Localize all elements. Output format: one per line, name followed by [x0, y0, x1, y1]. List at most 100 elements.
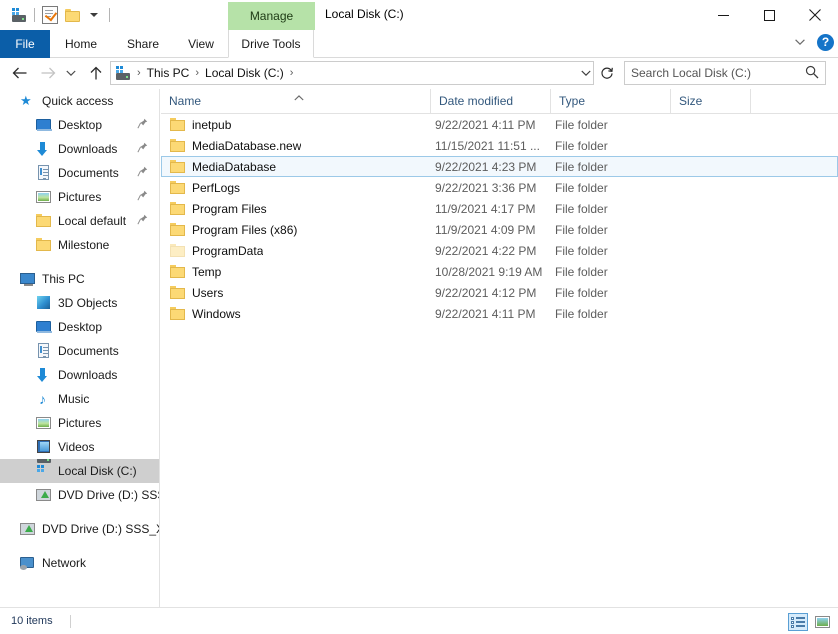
table-row[interactable]: PerfLogs 9/22/2021 3:36 PM File folder: [161, 177, 838, 198]
customize-dropdown-icon[interactable]: [83, 4, 105, 26]
tab-view[interactable]: View: [178, 30, 224, 57]
file-date-cell: 9/22/2021 4:22 PM: [435, 243, 537, 258]
downloads-icon: [36, 141, 52, 157]
column-header-name[interactable]: Name: [161, 89, 430, 113]
folder-icon: [170, 286, 185, 299]
sidebar-group-dvd-drive[interactable]: DVD Drive (D:) SSS_X6: [0, 517, 159, 541]
file-name-cell: inetpub: [170, 118, 231, 132]
table-row-selected[interactable]: MediaDatabase 9/22/2021 4:23 PM File fol…: [161, 156, 838, 177]
details-view-button[interactable]: [788, 613, 808, 631]
breadcrumb-drive-icon: [115, 66, 132, 80]
title-bar: Local Disk (C:): [0, 0, 838, 30]
file-name-label: Program Files (x86): [192, 222, 298, 237]
pin-icon: [137, 166, 149, 178]
large-icons-view-button[interactable]: [812, 613, 832, 631]
sidebar-item-label: Pictures: [58, 416, 102, 430]
table-row[interactable]: Windows 9/22/2021 4:11 PM File folder: [161, 303, 838, 324]
folder-icon: [170, 118, 185, 131]
breadcrumb-item-this-pc[interactable]: This PC: [144, 66, 193, 80]
folder-icon: [36, 237, 52, 253]
sidebar-item-local-disk-c[interactable]: Local Disk (C:): [0, 459, 159, 483]
chevron-down-icon[interactable]: [791, 33, 809, 51]
new-folder-icon[interactable]: [61, 4, 83, 26]
file-name-label: inetpub: [192, 117, 232, 132]
ribbon-tab-bar: File Home Share View Drive Tools: [0, 30, 838, 58]
tab-home[interactable]: Home: [54, 30, 108, 57]
file-name-label: Windows: [192, 306, 241, 321]
tab-file[interactable]: File: [0, 30, 50, 58]
sidebar-item-label: Downloads: [58, 368, 118, 382]
column-header-spacer[interactable]: [750, 89, 838, 113]
tab-drive-tools[interactable]: Drive Tools: [228, 30, 314, 58]
folder-icon-hidden: [170, 244, 185, 257]
breadcrumb-separator-1[interactable]: ›: [192, 67, 202, 79]
sidebar-item-pictures-pc[interactable]: Pictures: [0, 411, 159, 435]
address-dropdown-icon[interactable]: [578, 61, 594, 85]
breadcrumb-item-local-disk[interactable]: Local Disk (C:): [202, 66, 287, 80]
sidebar-item-pictures[interactable]: Pictures: [0, 185, 159, 209]
column-header-date-modified[interactable]: Date modified: [430, 89, 550, 113]
minimize-button[interactable]: [700, 0, 746, 30]
breadcrumb[interactable]: › This PC › Local Disk (C:) ›: [110, 61, 594, 85]
sidebar-group-network[interactable]: Network: [0, 551, 159, 575]
back-button[interactable]: [8, 61, 32, 85]
sidebar-group-quick-access[interactable]: ★ Quick access: [0, 89, 159, 113]
contextual-tab-group-manage[interactable]: Manage: [228, 2, 315, 30]
table-row[interactable]: inetpub 9/22/2021 4:11 PM File folder: [161, 114, 838, 135]
sidebar-item-documents-pc[interactable]: Documents: [0, 339, 159, 363]
sidebar-item-label: DVD Drive (D:) SSS_X: [58, 488, 159, 502]
up-button[interactable]: [84, 61, 108, 85]
close-button[interactable]: [792, 0, 838, 30]
file-name-label: Users: [192, 285, 224, 300]
sidebar-item-desktop-pc[interactable]: Desktop: [0, 315, 159, 339]
navigation-pane[interactable]: ★ Quick access Desktop Downloads Documen…: [0, 89, 160, 607]
file-date-cell: 9/22/2021 4:11 PM: [435, 117, 536, 132]
sidebar-item-documents[interactable]: Documents: [0, 161, 159, 185]
table-row[interactable]: Program Files (x86) 11/9/2021 4:09 PM Fi…: [161, 219, 838, 240]
sidebar-item-downloads-pc[interactable]: Downloads: [0, 363, 159, 387]
sidebar-item-local-default[interactable]: Local default: [0, 209, 159, 233]
sidebar-item-videos[interactable]: Videos: [0, 435, 159, 459]
file-type-cell: File folder: [555, 180, 608, 195]
sort-ascending-icon: [294, 90, 306, 101]
search-icon[interactable]: [805, 65, 819, 82]
table-row[interactable]: Program Files 11/9/2021 4:17 PM File fol…: [161, 198, 838, 219]
drive-icon[interactable]: [8, 4, 30, 26]
table-row[interactable]: Temp 10/28/2021 9:19 AM File folder: [161, 261, 838, 282]
sidebar-item-dvd-drive-nested[interactable]: DVD Drive (D:) SSS_X: [0, 483, 159, 507]
search-input[interactable]: [631, 66, 805, 80]
file-type-cell: File folder: [555, 306, 608, 321]
pictures-icon: [36, 189, 52, 205]
table-row[interactable]: Users 9/22/2021 4:12 PM File folder: [161, 282, 838, 303]
column-header-type[interactable]: Type: [550, 89, 670, 113]
file-date-cell: 9/22/2021 4:11 PM: [435, 306, 536, 321]
table-row[interactable]: ProgramData 9/22/2021 4:22 PM File folde…: [161, 240, 838, 261]
refresh-icon[interactable]: [596, 61, 618, 85]
file-type-cell: File folder: [555, 264, 608, 279]
music-icon: ♪: [39, 391, 46, 407]
file-date-cell: 9/22/2021 4:23 PM: [435, 159, 537, 174]
recent-locations-button[interactable]: [62, 61, 80, 85]
sidebar-item-desktop[interactable]: Desktop: [0, 113, 159, 137]
sidebar-item-downloads[interactable]: Downloads: [0, 137, 159, 161]
column-header-size[interactable]: Size: [670, 89, 750, 113]
tab-share[interactable]: Share: [116, 30, 170, 57]
breadcrumb-separator-2[interactable]: ›: [287, 67, 297, 79]
breadcrumb-separator-0[interactable]: ›: [134, 67, 144, 79]
search-box[interactable]: [624, 61, 826, 85]
maximize-button[interactable]: [746, 0, 792, 30]
sidebar-item-3d-objects[interactable]: 3D Objects: [0, 291, 159, 315]
sidebar-group-this-pc[interactable]: This PC: [0, 267, 159, 291]
file-type-cell: File folder: [555, 138, 608, 153]
file-list-pane[interactable]: Name Date modified Type Size inetpub 9/2…: [161, 89, 838, 607]
folder-icon: [170, 160, 185, 173]
table-row[interactable]: MediaDatabase.new 11/15/2021 11:51 ... F…: [161, 135, 838, 156]
sidebar-item-label: Desktop: [58, 320, 103, 334]
folder-icon: [170, 265, 185, 278]
properties-icon[interactable]: [39, 4, 61, 26]
help-icon[interactable]: ?: [817, 33, 834, 51]
forward-button[interactable]: [36, 61, 60, 85]
sidebar-item-milestone[interactable]: Milestone: [0, 233, 159, 257]
sidebar-item-music[interactable]: ♪ Music: [0, 387, 159, 411]
sidebar-group-label: Quick access: [42, 94, 114, 108]
